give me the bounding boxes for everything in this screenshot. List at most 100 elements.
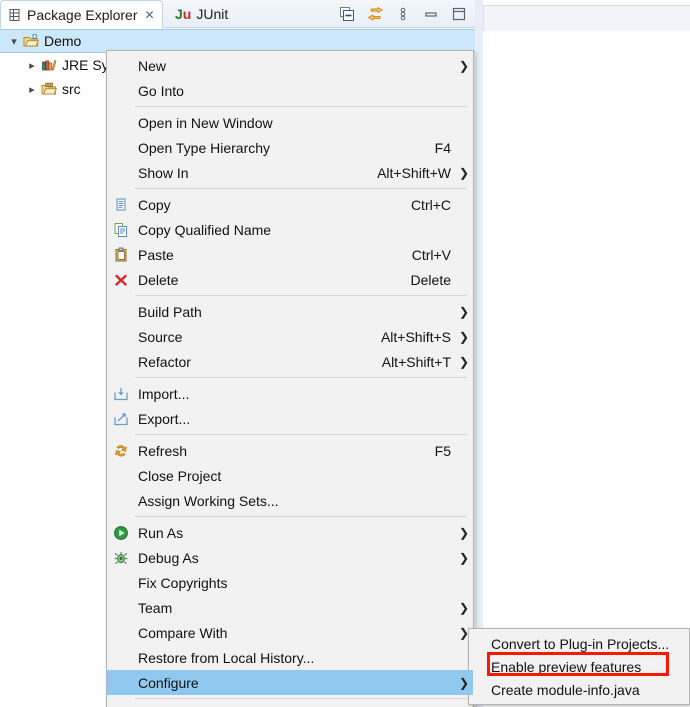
- close-icon[interactable]: ✕: [145, 9, 155, 21]
- menu-item-arrow-slot: ❯: [455, 84, 473, 98]
- collapse-all-icon[interactable]: [338, 5, 356, 23]
- menu-separator: [135, 106, 467, 107]
- tab-package-explorer[interactable]: Package Explorer ✕: [0, 0, 163, 29]
- copy-qualified-name-icon: [107, 222, 135, 238]
- submenu-item-label: Enable preview features: [491, 658, 642, 675]
- chevron-right-icon[interactable]: ▸: [24, 59, 40, 72]
- menu-item-fix-copyrights[interactable]: Fix Copyrights ❯: [107, 570, 473, 595]
- menu-item-shortcut: F5: [434, 442, 451, 459]
- menu-item-shortcut: Delete: [410, 271, 451, 288]
- submenu-item-convert-to-plug-in-projects[interactable]: Convert to Plug-in Projects...: [469, 632, 689, 655]
- menu-item-new[interactable]: New ❯: [107, 53, 473, 78]
- view-menu-icon[interactable]: [394, 5, 412, 23]
- menu-item-label: Open in New Window: [138, 114, 273, 131]
- submenu-arrow-icon: ❯: [458, 58, 470, 73]
- menu-item-label: Close Project: [138, 467, 222, 484]
- menu-item-copy-qualified-name[interactable]: Copy Qualified Name ❯: [107, 217, 473, 242]
- menu-item-source[interactable]: Source Alt+Shift+S ❯: [107, 324, 473, 349]
- menu-item-run-as[interactable]: Run As ❯: [107, 520, 473, 545]
- submenu-arrow-icon: ❯: [458, 600, 470, 615]
- menu-item-export[interactable]: Export... ❯: [107, 406, 473, 431]
- menu-item-label: Show In: [138, 164, 189, 181]
- link-with-editor-icon[interactable]: [366, 5, 384, 23]
- context-menu: New ❯ Go Into ❯ Open in New Window ❯ Open Type…: [106, 50, 474, 707]
- menu-item-label: Restore from Local History...: [138, 649, 315, 666]
- submenu-item-create-module-info-java[interactable]: Create module-info.java: [469, 678, 689, 701]
- tree-label-demo: Demo: [44, 33, 82, 49]
- maximize-icon[interactable]: [450, 5, 468, 23]
- menu-item-refresh[interactable]: Refresh F5 ❯: [107, 438, 473, 463]
- menu-item-label: Debug As: [138, 549, 199, 566]
- menu-item-properties[interactable]: PropertiesAlt+Enter❯: [107, 702, 473, 707]
- menu-separator: [135, 698, 467, 699]
- menu-item-arrow-slot: ❯: [455, 141, 473, 155]
- menu-item-paste[interactable]: Paste Ctrl+V ❯: [107, 242, 473, 267]
- menu-item-arrow-slot: ❯: [455, 387, 473, 401]
- menu-item-label: Compare With: [138, 624, 228, 641]
- minimize-icon[interactable]: [422, 5, 440, 23]
- menu-item-assign-working-sets[interactable]: Assign Working Sets... ❯: [107, 488, 473, 513]
- editor-area: [475, 0, 690, 707]
- jre-library-icon: [40, 58, 58, 72]
- import-icon: [107, 386, 135, 402]
- eclipse-window: Package Explorer ✕ Ju JUnit ▾ Demo ▸ JRE…: [0, 0, 690, 707]
- menu-item-label: Refresh: [138, 442, 188, 459]
- submenu-arrow-icon: ❯: [458, 625, 470, 640]
- menu-item-arrow-slot: ❯: [455, 444, 473, 458]
- menu-item-import[interactable]: Import... ❯: [107, 381, 473, 406]
- copy-icon: [107, 197, 135, 213]
- menu-item-arrow-slot: ❯: [455, 651, 473, 665]
- menu-item-open-in-new-window[interactable]: Open in New Window ❯: [107, 110, 473, 135]
- menu-item-label: Export...: [138, 410, 191, 427]
- menu-item-label: Assign Working Sets...: [138, 492, 279, 509]
- menu-separator: [135, 434, 467, 435]
- menu-item-label: Build Path: [138, 303, 202, 320]
- menu-item-restore-from-local-history[interactable]: Restore from Local History... ❯: [107, 645, 473, 670]
- paste-icon: [107, 247, 135, 263]
- menu-item-arrow-slot: ❯: [455, 198, 473, 212]
- menu-item-shortcut: Ctrl+V: [411, 246, 451, 263]
- chevron-down-icon[interactable]: ▾: [6, 35, 22, 48]
- submenu-arrow-icon: ❯: [458, 550, 470, 565]
- delete-icon: [107, 272, 135, 288]
- export-icon: [107, 411, 135, 427]
- menu-separator: [135, 377, 467, 378]
- submenu-arrow-icon: ❯: [458, 354, 470, 369]
- submenu-arrow-icon: ❯: [458, 304, 470, 319]
- menu-item-arrow-slot: ❯: [455, 273, 473, 287]
- menu-item-shortcut: Alt+Shift+S: [380, 328, 451, 345]
- view-tab-bar: Package Explorer ✕ Ju JUnit: [0, 0, 475, 29]
- menu-item-label: Import...: [138, 385, 190, 402]
- menu-item-label: Team: [138, 599, 173, 616]
- menu-item-debug-as[interactable]: Debug As ❯: [107, 545, 473, 570]
- junit-icon: Ju: [175, 6, 192, 22]
- menu-item-team[interactable]: Team ❯: [107, 595, 473, 620]
- menu-item-open-type-hierarchy[interactable]: Open Type Hierarchy F4 ❯: [107, 135, 473, 160]
- menu-item-label: Copy: [138, 196, 171, 213]
- tab-junit[interactable]: Ju JUnit: [168, 0, 235, 28]
- submenu-arrow-icon: ❯: [458, 525, 470, 540]
- menu-item-refactor[interactable]: Refactor Alt+Shift+T ❯: [107, 349, 473, 374]
- menu-item-arrow-slot: ❯: [455, 223, 473, 237]
- menu-item-configure[interactable]: Configure ❯: [107, 670, 473, 695]
- menu-item-delete[interactable]: Delete Delete ❯: [107, 267, 473, 292]
- submenu-item-enable-preview-features[interactable]: Enable preview features: [469, 655, 689, 678]
- menu-item-shortcut: Alt+Shift+T: [381, 353, 451, 370]
- menu-item-shortcut: F4: [434, 139, 451, 156]
- menu-item-close-project[interactable]: Close Project ❯: [107, 463, 473, 488]
- menu-item-label: Open Type Hierarchy: [138, 139, 271, 156]
- menu-item-show-in[interactable]: Show In Alt+Shift+W ❯: [107, 160, 473, 185]
- chevron-right-icon[interactable]: ▸: [24, 83, 40, 96]
- submenu-arrow-icon: ❯: [458, 329, 470, 344]
- menu-item-shortcut: Ctrl+C: [410, 196, 451, 213]
- menu-item-go-into[interactable]: Go Into ❯: [107, 78, 473, 103]
- menu-item-label: Run As: [138, 524, 184, 541]
- menu-item-label: New: [138, 57, 167, 74]
- menu-item-build-path[interactable]: Build Path ❯: [107, 299, 473, 324]
- menu-item-compare-with[interactable]: Compare With ❯: [107, 620, 473, 645]
- menu-item-copy[interactable]: Copy Ctrl+C ❯: [107, 192, 473, 217]
- menu-item-arrow-slot: ❯: [455, 412, 473, 426]
- submenu-item-label: Convert to Plug-in Projects...: [491, 635, 670, 652]
- tree-label-jre: JRE Sy: [62, 57, 109, 73]
- project-folder-icon: [22, 34, 40, 48]
